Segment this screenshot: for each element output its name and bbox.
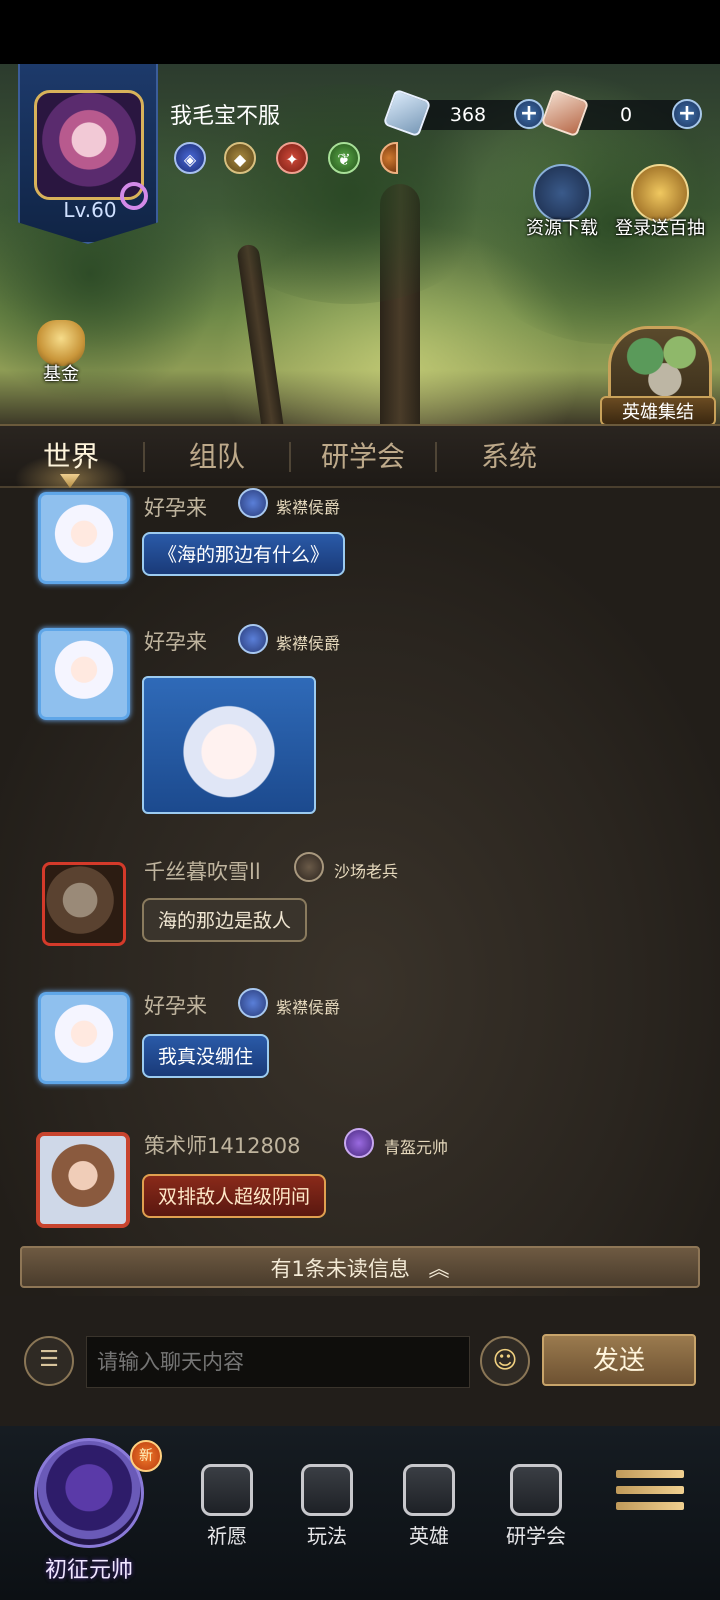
rank-badge-icon[interactable]: ◈ bbox=[174, 142, 206, 174]
resource-download-label: 资源下载 bbox=[526, 218, 598, 239]
avatar[interactable] bbox=[36, 1132, 130, 1228]
add-crystal-button[interactable]: + bbox=[514, 99, 544, 129]
heroes-gather-label: 英雄集结 bbox=[600, 396, 716, 424]
wish-icon bbox=[201, 1464, 253, 1516]
player-avatar[interactable]: Lv.60 bbox=[18, 64, 158, 244]
faction-badge-icon[interactable]: ✦ bbox=[276, 142, 308, 174]
status-bar bbox=[0, 0, 720, 64]
veteran-rank-icon bbox=[294, 852, 324, 882]
chat-channel-tabs: 世界 组队 研学会 系统 bbox=[0, 424, 720, 488]
message-bubble: 双排敌人超级阴间 bbox=[142, 1174, 327, 1218]
nav-academy-label: 研学会 bbox=[506, 1524, 566, 1548]
heroes-gather-button[interactable]: 英雄集结 bbox=[594, 326, 720, 424]
nav-heroes[interactable]: 英雄 bbox=[384, 1426, 474, 1600]
sender-name: 策术师1412808 bbox=[144, 1134, 301, 1158]
marquis-rank-icon bbox=[238, 988, 268, 1018]
chat-menu-button[interactable]: ☰ bbox=[24, 1336, 74, 1386]
mermaid-sticker-icon bbox=[142, 676, 316, 814]
avatar[interactable] bbox=[38, 628, 130, 720]
sender-name: 千丝暮吹雪ll bbox=[144, 860, 261, 884]
nav-academy[interactable]: 研学会 bbox=[486, 1426, 586, 1600]
marquis-rank-icon bbox=[238, 624, 268, 654]
nav-gameplay-label: 玩法 bbox=[307, 1524, 347, 1548]
send-button[interactable]: 发送 bbox=[542, 1334, 696, 1386]
sender-name: 好孕来 bbox=[144, 630, 207, 654]
sender-name: 好孕来 bbox=[144, 994, 207, 1018]
academy-icon bbox=[510, 1464, 562, 1516]
chat-input-row: ☰ ☺ 发送 bbox=[0, 1296, 720, 1426]
tab-system[interactable]: 系统 bbox=[438, 426, 580, 488]
avatar[interactable] bbox=[38, 492, 130, 584]
sender-rank: 青盔元帅 bbox=[384, 1138, 449, 1157]
achievement-badge-icon[interactable]: ◆ bbox=[224, 142, 256, 174]
currency-crystal-value: 368 bbox=[449, 104, 487, 126]
nav-wish-label: 祈愿 bbox=[207, 1524, 247, 1548]
sender-rank: 紫襟侯爵 bbox=[276, 998, 341, 1017]
chat-input[interactable] bbox=[86, 1336, 470, 1388]
emoji-button[interactable]: ☺ bbox=[480, 1336, 530, 1386]
marquis-rank-icon bbox=[238, 488, 268, 518]
chat-message-list[interactable]: 好孕来 紫襟侯爵 《海的那边有什么》 好孕来 紫襟侯爵 千丝暮吹雪ll 沙场老兵… bbox=[0, 488, 720, 1296]
unicorn-emblem-icon bbox=[34, 1438, 144, 1548]
rank-emblem-button[interactable]: 新 初征元帅 bbox=[14, 1428, 164, 1598]
tab-academy[interactable]: 研学会 bbox=[292, 426, 434, 488]
list-icon: ☰ bbox=[39, 1347, 59, 1372]
sender-rank: 沙场老兵 bbox=[334, 862, 399, 881]
avatar[interactable] bbox=[42, 862, 126, 946]
avatar[interactable] bbox=[38, 992, 130, 1084]
currency-scroll-value: 0 bbox=[619, 104, 633, 126]
sender-rank: 紫襟侯爵 bbox=[276, 634, 341, 653]
sender-name: 好孕来 bbox=[144, 496, 207, 520]
new-badge: 新 bbox=[130, 1440, 162, 1472]
currency-scroll: 0 + bbox=[540, 88, 702, 138]
player-level: Lv.60 bbox=[63, 198, 117, 222]
unread-messages-bar[interactable]: 有1条未读信息 ︽ bbox=[20, 1246, 700, 1288]
message-bubble: 我真没绷住 bbox=[142, 1034, 270, 1078]
login-gift-label: 登录送百抽 bbox=[615, 218, 705, 239]
currency-crystal: 368 + bbox=[382, 88, 544, 138]
message-bubble: 海的那边是敌人 bbox=[142, 898, 308, 942]
smiley-icon: ☺ bbox=[492, 1346, 518, 1374]
player-name: 我毛宝不服 bbox=[170, 104, 281, 129]
nav-gameplay[interactable]: 玩法 bbox=[282, 1426, 372, 1600]
header-banner: Lv.60 我毛宝不服 ◈ ◆ ✦ ❦ 368 + 0 + 资源下载 登录送百抽… bbox=[0, 64, 720, 424]
gameplay-icon bbox=[301, 1464, 353, 1516]
message-bubble: 《海的那边有什么》 bbox=[142, 532, 346, 576]
helmet-icon bbox=[403, 1464, 455, 1516]
fund-button[interactable]: 基金 bbox=[26, 320, 96, 386]
marshal-rank-icon bbox=[344, 1128, 374, 1158]
nav-wish[interactable]: 祈愿 bbox=[182, 1426, 272, 1600]
nature-badge-icon[interactable]: ❦ bbox=[328, 142, 360, 174]
chevron-up-icon: ︽ bbox=[428, 1257, 450, 1281]
fund-label: 基金 bbox=[43, 364, 79, 385]
bottom-navigation: 新 初征元帅 祈愿 玩法 英雄 研学会 bbox=[0, 1426, 720, 1600]
nav-heroes-label: 英雄 bbox=[409, 1524, 449, 1548]
menu-icon[interactable] bbox=[616, 1470, 684, 1522]
sender-rank: 紫襟侯爵 bbox=[276, 498, 341, 517]
login-gift-button[interactable]: 登录送百抽 bbox=[604, 164, 716, 240]
tab-team[interactable]: 组队 bbox=[146, 426, 288, 488]
unread-messages-label: 有1条未读信息 bbox=[270, 1257, 410, 1281]
add-scroll-button[interactable]: + bbox=[672, 99, 702, 129]
resource-download-button[interactable]: 资源下载 bbox=[512, 164, 612, 240]
rank-title: 初征元帅 bbox=[44, 1558, 133, 1583]
